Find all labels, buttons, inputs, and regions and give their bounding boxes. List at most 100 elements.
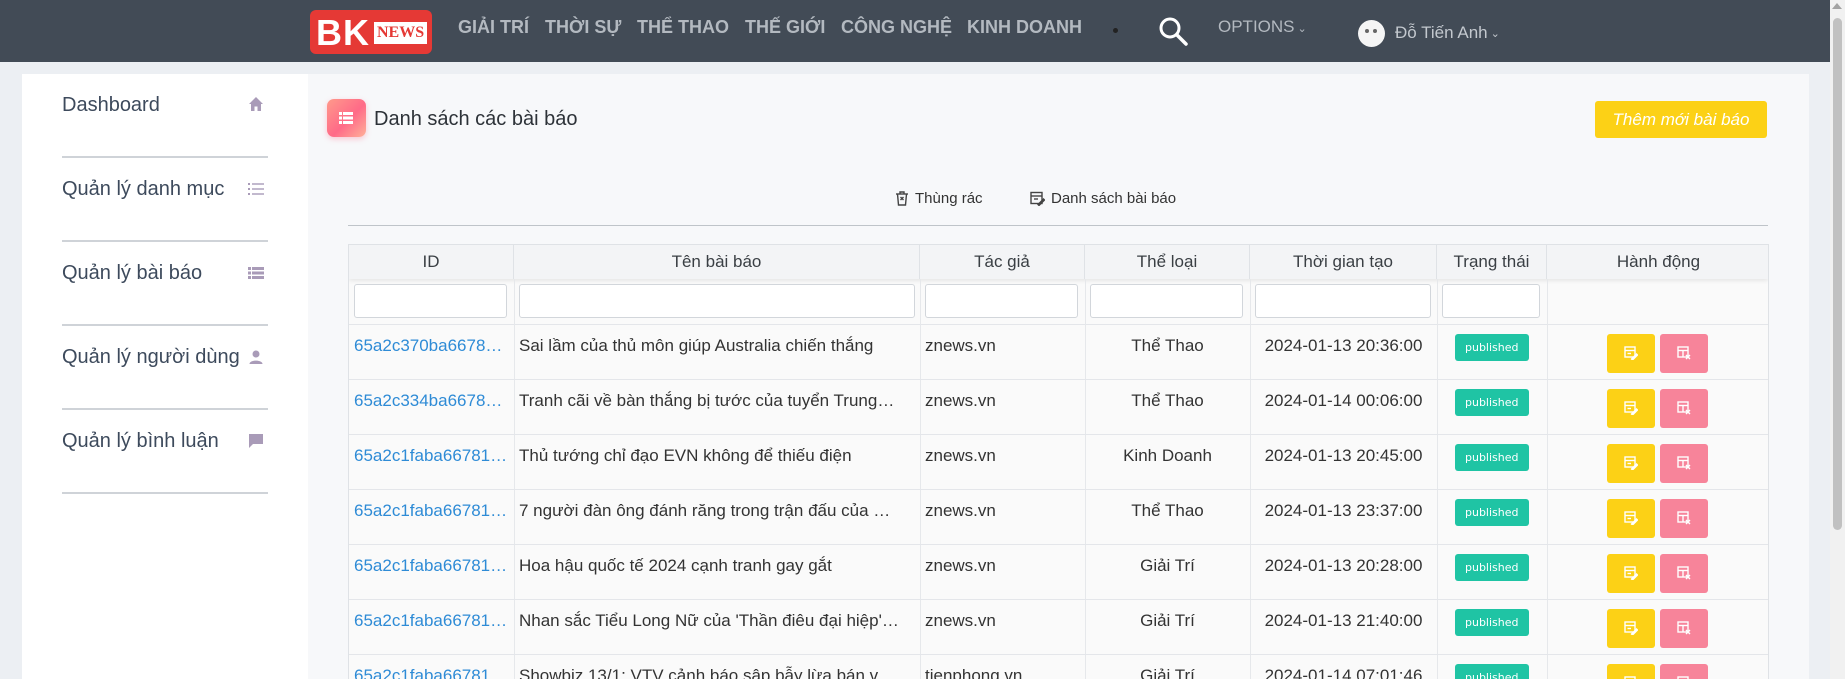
status-badge: published [1455,664,1529,679]
article-created-time: 2024-01-14 07:01:46 [1264,666,1423,679]
status-cell: published [1437,325,1547,380]
article-created-time: 2024-01-13 23:37:00 [1264,501,1423,520]
article-category: Thể Thao [1131,336,1204,355]
nav-link-giai-tri[interactable]: GIẢI TRÍ [458,17,529,38]
article-author: znews.vn [925,501,996,520]
article-author: znews.vn [925,556,996,575]
article-author: znews.vn [925,336,996,355]
column-header-id[interactable]: ID [349,245,514,279]
actions-cell [1547,380,1768,435]
filter-author-input[interactable] [925,284,1078,318]
nav-link-the-thao[interactable]: THỂ THAO [637,17,729,38]
actions-cell [1547,490,1768,545]
edit-article-button[interactable] [1607,499,1655,538]
user-name: Đỗ Tiến Anh [1395,23,1488,42]
main-content: Danh sách các bài báo Thêm mới bài báo T… [308,74,1809,679]
edit-article-button[interactable] [1607,389,1655,428]
article-id-link[interactable]: 65a2c1faba66781… [354,545,511,600]
edit-article-button[interactable] [1607,609,1655,648]
filter-status-input[interactable] [1442,284,1540,318]
tab-trash-label: Thùng rác [915,190,983,207]
search-icon[interactable] [1157,15,1189,47]
sidebar: Dashboard Quản lý danh mục Quản lý bài b… [22,74,308,679]
scrollbar-thumb[interactable] [1833,18,1842,530]
nav-link-thoi-su[interactable]: THỜI SỰ [545,17,621,38]
status-cell: published [1437,545,1547,600]
top-navbar: BK NEWS GIẢI TRÍ THỜI SỰ THỂ THAO THẾ GI… [0,0,1830,62]
sidebar-item-label: Quản lý bình luận [62,430,219,452]
actions-cell [1547,655,1768,679]
column-header-author[interactable]: Tác giả [920,245,1085,279]
article-author: znews.vn [925,446,996,465]
article-created-time: 2024-01-13 20:28:00 [1264,556,1423,575]
article-id-link[interactable]: 65a2c1faba66781… [354,600,511,655]
nav-link-the-gioi[interactable]: THẾ GIỚI [745,17,825,38]
subnav-divider [348,225,1768,226]
delete-article-button[interactable] [1660,609,1708,648]
filter-id-input[interactable] [354,284,507,318]
sidebar-item-articles[interactable]: Quản lý bài báo [62,242,268,326]
article-author: znews.vn [925,391,996,410]
column-header-created[interactable]: Thời gian tạo [1250,245,1437,279]
nav-link-cong-nghe[interactable]: CÔNG NGHỆ [841,17,952,38]
brand-logo[interactable]: BK NEWS [310,10,432,54]
nav-link-kinh-doanh[interactable]: KINH DOANH [967,17,1082,38]
article-id-link[interactable]: 65a2c1faba66781… [354,435,511,490]
tab-article-list-label: Danh sách bài báo [1051,190,1177,207]
delete-article-button[interactable] [1660,389,1708,428]
table-row: 65a2c1faba66781… Showbiz 13/1: VTV cảnh b… [349,655,1768,679]
edit-article-button[interactable] [1607,334,1655,373]
filter-category-input[interactable] [1090,284,1243,318]
filter-title-input[interactable] [519,284,915,318]
article-title: Sai lầm của thủ môn giúp Australia chiến… [519,336,874,355]
sidebar-item-label: Quản lý bài báo [62,262,203,284]
user-menu[interactable]: Đỗ Tiến Anh ⌄ [1358,19,1500,47]
status-badge: published [1455,334,1529,361]
sidebar-item-users[interactable]: Quản lý người dùng [62,326,268,410]
actions-cell [1547,435,1768,490]
status-cell: published [1437,490,1547,545]
options-label: OPTIONS [1218,17,1295,36]
add-article-button[interactable]: Thêm mới bài báo [1595,101,1767,138]
edit-article-button[interactable] [1607,444,1655,483]
sidebar-item-dashboard[interactable]: Dashboard [62,74,268,158]
tab-article-list[interactable]: Danh sách bài báo [1030,190,1176,207]
edit-article-button[interactable] [1607,664,1655,679]
page-title: Danh sách các bài báo [374,108,578,130]
column-header-actions: Hành động [1616,252,1701,271]
delete-article-button[interactable] [1660,554,1708,593]
column-header-category[interactable]: Thể loại [1085,245,1250,279]
trash-icon [896,191,908,206]
sidebar-item-comments[interactable]: Quản lý bình luận [62,410,268,494]
status-cell: published [1437,380,1547,435]
article-list-icon [327,99,366,137]
article-id-link[interactable]: 65a2c370ba66781… [354,325,511,380]
column-header-title[interactable]: Tên bài báo [514,245,920,279]
sidebar-item-label: Quản lý danh mục [62,178,225,200]
table-row: 65a2c1faba66781… Thủ tướng chỉ đạo EVN kh… [349,435,1768,490]
actions-cell [1547,545,1768,600]
articles-table: ID Tên bài báo Tác giả Thể loại Thời gia… [348,244,1769,679]
page-scrollbar[interactable] [1830,0,1845,679]
filter-created-input[interactable] [1255,284,1431,318]
article-author: tienphong.vn [925,666,1023,679]
tab-trash[interactable]: Thùng rác [895,190,983,207]
filter-row [349,279,1768,325]
delete-article-button[interactable] [1660,499,1708,538]
home-icon [248,96,264,112]
delete-article-button[interactable] [1660,664,1708,679]
article-id-link[interactable]: 65a2c1faba66781… [354,655,511,679]
options-dropdown[interactable]: OPTIONS ⌄ [1218,17,1307,37]
article-category: Giải Trí [1140,556,1195,575]
sidebar-item-categories[interactable]: Quản lý danh mục [62,158,268,242]
article-category: Kinh Doanh [1123,446,1212,465]
edit-article-button[interactable] [1607,554,1655,593]
article-category: Giải Trí [1140,666,1195,679]
delete-article-button[interactable] [1660,444,1708,483]
article-id-link[interactable]: 65a2c334ba66781… [354,380,511,435]
table-row: 65a2c370ba66781… Sai lầm của thủ môn giúp… [349,325,1768,380]
column-header-status[interactable]: Trạng thái [1437,245,1547,279]
scroll-up-arrow-icon[interactable] [1832,3,1842,9]
delete-article-button[interactable] [1660,334,1708,373]
article-id-link[interactable]: 65a2c1faba66781… [354,490,511,545]
